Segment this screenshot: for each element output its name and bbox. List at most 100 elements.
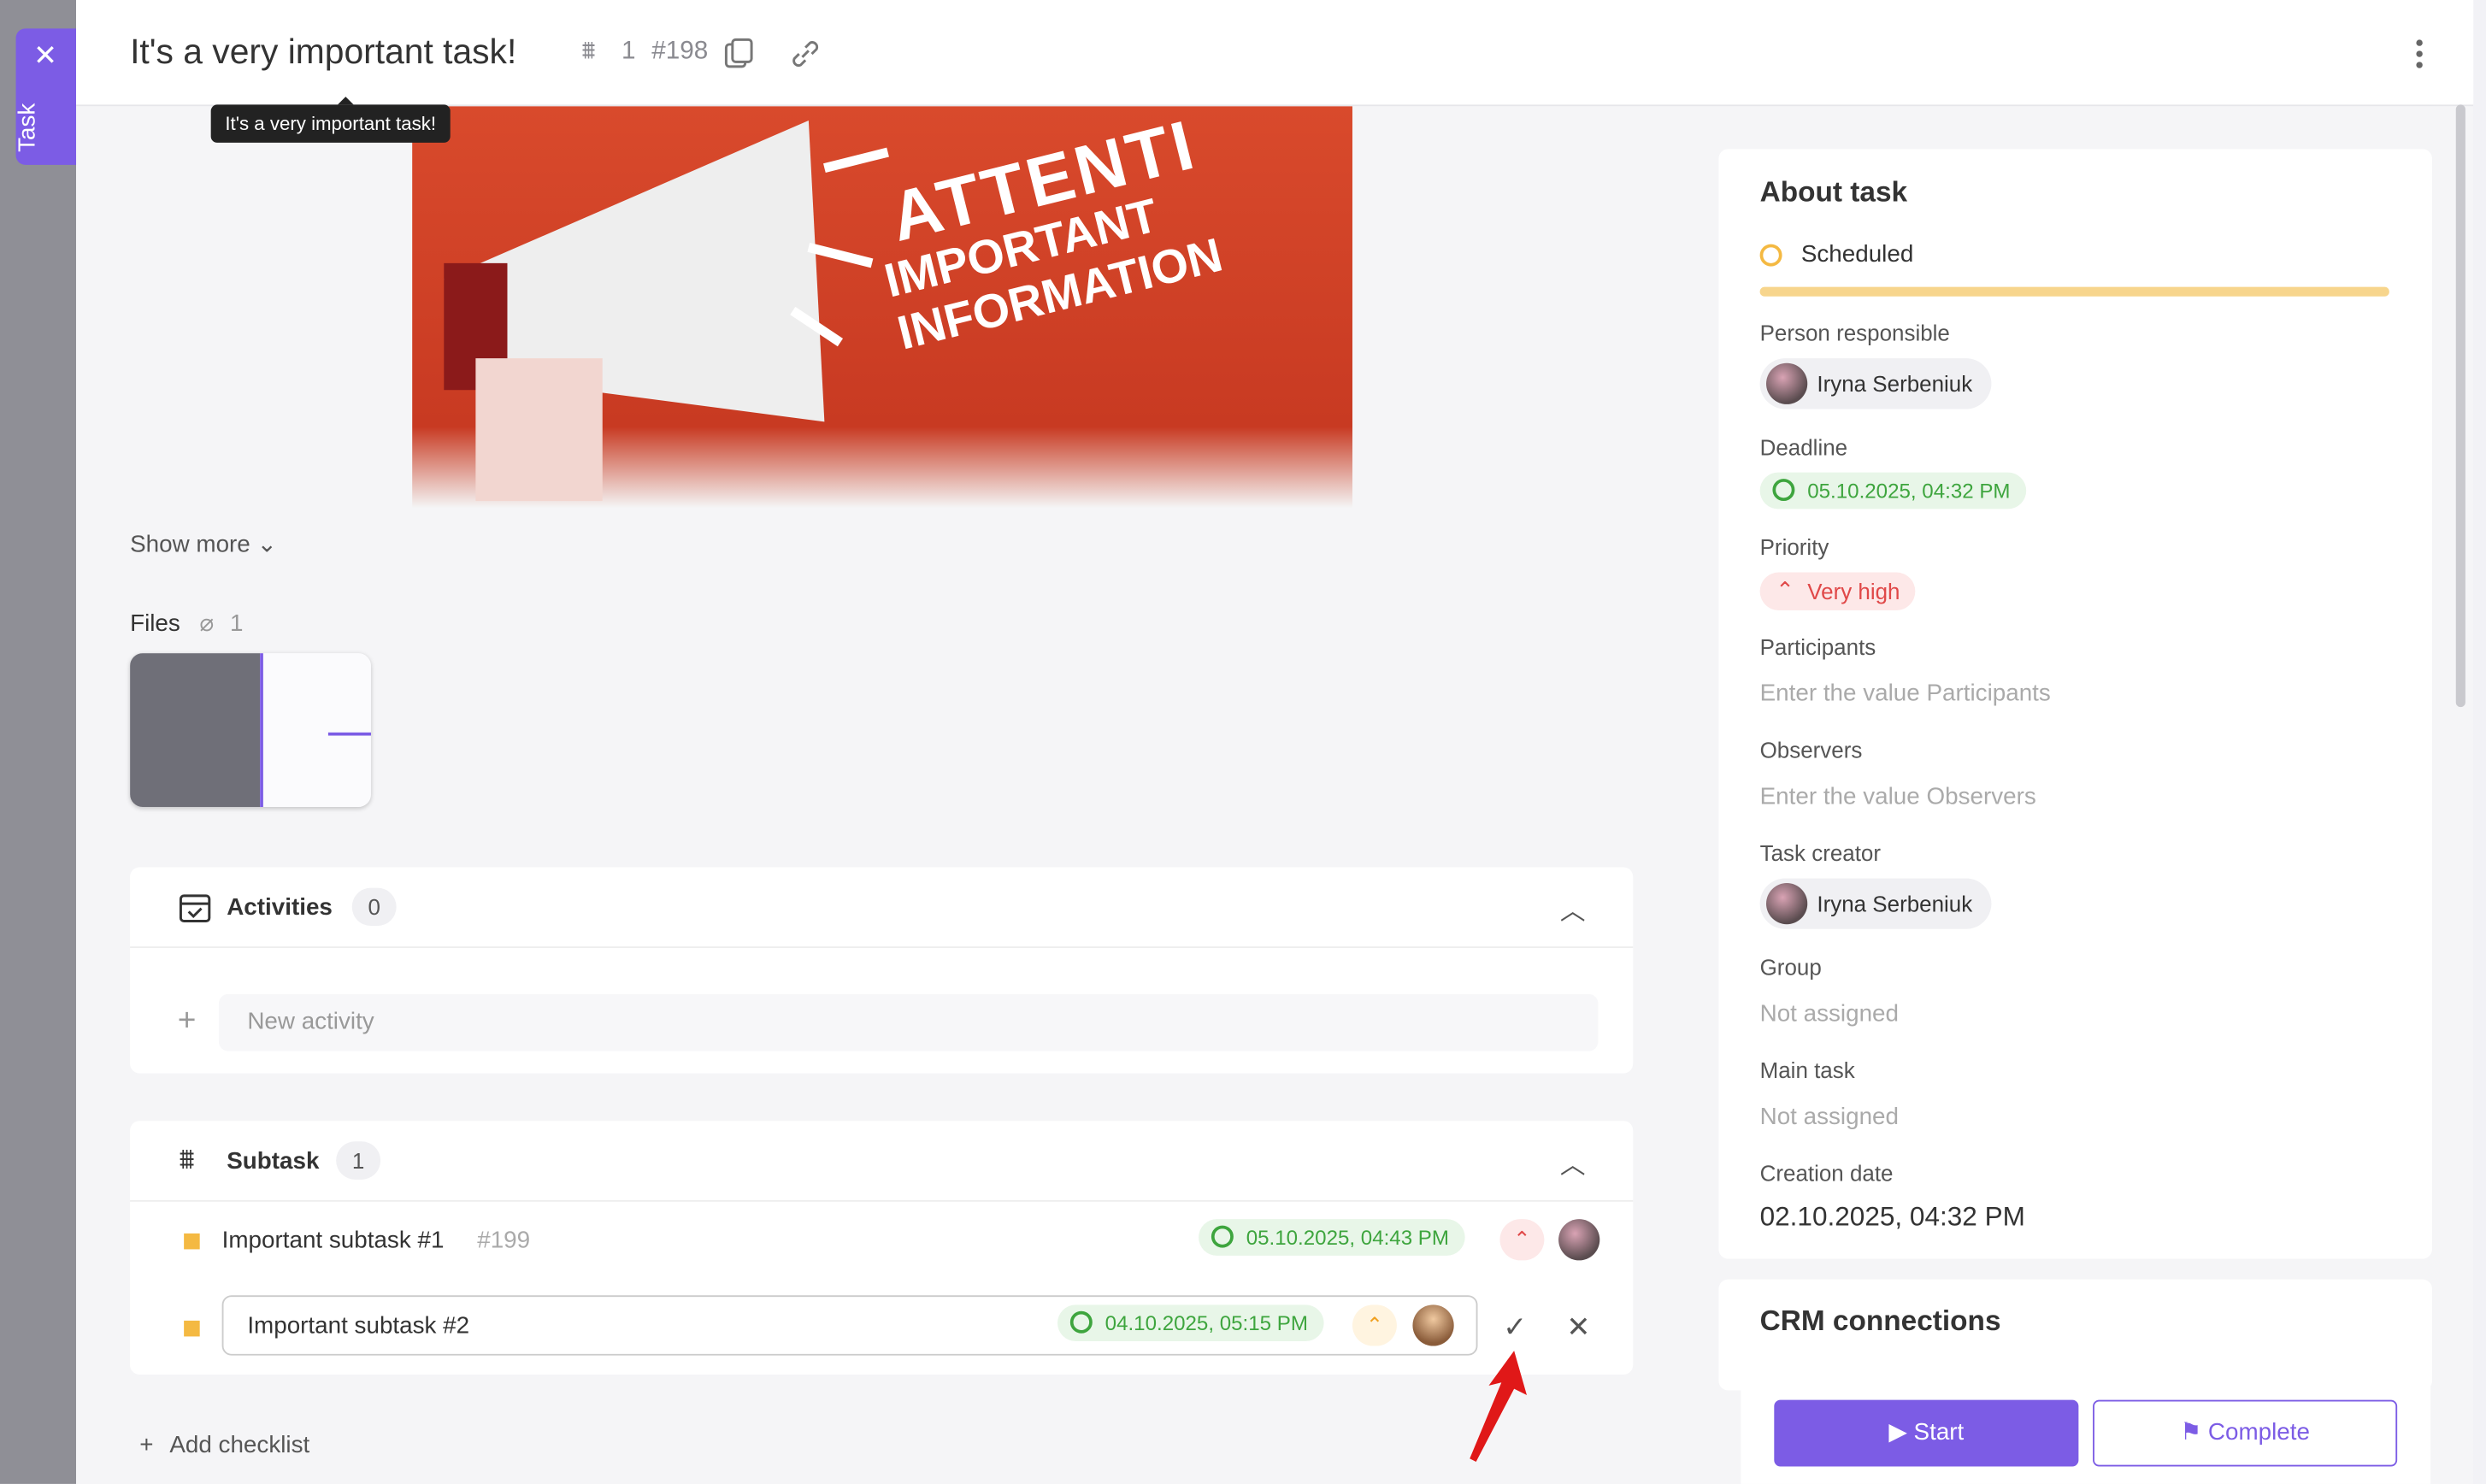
subtask-edit-deadline-text: 04.10.2025, 05:15 PM	[1105, 1310, 1308, 1335]
person-responsible-name: Iryna Serbeniuk	[1817, 370, 1973, 397]
subtask-number: #199	[477, 1227, 531, 1254]
participants-label: Participants	[1759, 633, 1876, 660]
status-square-icon	[184, 1320, 200, 1337]
copy-icon[interactable]	[723, 38, 755, 70]
subtask-icon: ⩩	[179, 1143, 195, 1175]
subtask-name-input[interactable]: Important subtask #2 04.10.2025, 05:15 P…	[221, 1295, 1478, 1356]
avatar	[1766, 883, 1808, 925]
creation-date-value: 02.10.2025, 04:32 PM	[1759, 1201, 2025, 1233]
avatar	[1766, 362, 1808, 404]
annotation-arrow-icon	[1470, 1351, 1527, 1462]
activities-header[interactable]: Activities 0 ︿	[130, 867, 1634, 949]
status-progress-bar	[1759, 286, 2389, 297]
confirm-check-icon[interactable]: ✓	[1503, 1311, 1527, 1345]
crm-connections-card: CRM connections	[1718, 1279, 2432, 1391]
deadline-value[interactable]: 05.10.2025, 04:32 PM	[1759, 472, 2027, 509]
start-button[interactable]: ▶ Start	[1774, 1399, 2079, 1467]
about-task-card: About task Scheduled Person responsible …	[1718, 149, 2432, 1259]
subtask-title: Subtask	[227, 1147, 320, 1175]
avatar[interactable]	[1558, 1219, 1600, 1261]
subtask-icon: ⩩	[581, 38, 596, 66]
subtask-deadline[interactable]: 04.10.2025, 05:15 PM	[1057, 1304, 1324, 1341]
task-number: #198	[651, 38, 709, 66]
subtask-deadline-text: 05.10.2025, 04:43 PM	[1246, 1225, 1449, 1250]
complete-button[interactable]: ⚑ Complete	[2093, 1399, 2398, 1467]
clock-icon	[1069, 1310, 1093, 1334]
task-creator-chip[interactable]: Iryna Serbeniuk	[1759, 878, 1992, 929]
title-tooltip: It's a very important task!	[210, 97, 451, 143]
about-title: About task	[1759, 175, 1908, 208]
complete-label: Complete	[2207, 1418, 2310, 1446]
background-overlay	[0, 0, 77, 1484]
play-icon: ▶	[1888, 1418, 1907, 1446]
priority-very-high-icon[interactable]: ⌃	[1499, 1219, 1545, 1261]
priority-label: Priority	[1759, 534, 1829, 560]
chevron-up-icon[interactable]: ︿	[1560, 1143, 1586, 1181]
status-square-icon	[184, 1233, 200, 1250]
files-label: Files	[130, 610, 180, 638]
chevron-up-icon[interactable]: ︿	[1560, 889, 1586, 928]
subtask-header[interactable]: ⩩ Subtask 1 ︿	[130, 1121, 1634, 1202]
deadline-text: 05.10.2025, 04:32 PM	[1807, 479, 2011, 503]
plus-icon: +	[139, 1431, 154, 1459]
main-task-value[interactable]: Not assigned	[1760, 1104, 1899, 1131]
main-task-label: Main task	[1759, 1057, 1855, 1083]
link-icon[interactable]	[790, 38, 822, 70]
observers-label: Observers	[1759, 737, 1863, 763]
add-checklist-label: Add checklist	[169, 1431, 310, 1459]
show-more-link[interactable]: Show more ⌄	[130, 529, 277, 558]
more-options-icon[interactable]	[2404, 35, 2436, 74]
deadline-label: Deadline	[1759, 434, 1848, 460]
start-label: Start	[1913, 1418, 1965, 1446]
priority-text: Very high	[1807, 578, 1900, 604]
status-label[interactable]: Scheduled	[1801, 241, 1914, 268]
file-thumbnail[interactable]	[130, 653, 371, 807]
subtask-input-value: Important subtask #2	[247, 1312, 470, 1340]
side-tab-label: Task	[14, 103, 42, 152]
avatar[interactable]	[1412, 1304, 1454, 1346]
participants-input[interactable]: Enter the value Participants	[1760, 680, 2051, 708]
close-icon[interactable]: ✕	[33, 41, 57, 69]
flag-icon: ⚑	[2180, 1418, 2202, 1446]
scrollbar[interactable]	[2455, 104, 2465, 708]
attention-banner-image: ATTENTI IMPORTANT INFORMATION	[412, 104, 1352, 508]
task-side-tab[interactable]: ✕ Task	[14, 28, 77, 165]
plus-icon[interactable]: +	[178, 1004, 197, 1040]
megaphone-icon	[444, 120, 889, 502]
group-value[interactable]: Not assigned	[1760, 1000, 1899, 1028]
task-creator-label: Task creator	[1759, 839, 1882, 866]
new-activity-placeholder: New activity	[247, 1008, 374, 1036]
group-label: Group	[1759, 954, 1822, 980]
subtask-card: ⩩ Subtask 1 ︿ Important subtask #1 #199 …	[130, 1121, 1634, 1375]
list-item[interactable]: Important subtask #1 #199 05.10.2025, 04…	[130, 1200, 1633, 1282]
clock-icon	[1759, 244, 1782, 267]
show-more-label: Show more	[130, 531, 250, 558]
calendar-check-icon	[179, 894, 211, 923]
files-count: 1	[230, 610, 244, 638]
priority-high-icon[interactable]: ⌃	[1352, 1304, 1397, 1346]
subtask-count: 1	[622, 38, 636, 66]
creation-date-label: Creation date	[1759, 1160, 1894, 1187]
clock-icon	[1772, 479, 1795, 502]
observers-input[interactable]: Enter the value Observers	[1760, 783, 2036, 810]
person-responsible-chip[interactable]: Iryna Serbeniuk	[1759, 358, 1992, 409]
clock-icon	[1211, 1225, 1234, 1248]
crm-title: CRM connections	[1759, 1304, 2001, 1337]
activities-title: Activities	[227, 893, 333, 922]
new-activity-input[interactable]: New activity	[218, 993, 1599, 1051]
subtask-name[interactable]: Important subtask #1	[222, 1227, 445, 1254]
activities-card: Activities 0 ︿ + New activity	[130, 867, 1634, 1074]
page-title[interactable]: It's a very important task!	[130, 32, 516, 73]
files-section-label: Files ⌀ 1	[130, 609, 244, 638]
priority-value[interactable]: ⌃ Very high	[1759, 572, 1917, 611]
subtask-edit-row: Important subtask #2 04.10.2025, 05:15 P…	[130, 1286, 1633, 1368]
activities-count: 0	[351, 887, 397, 927]
add-checklist-button[interactable]: + Add checklist	[139, 1432, 309, 1459]
paperclip-icon: ⌀	[199, 610, 215, 638]
priority-very-high-icon: ⌃	[1776, 577, 1794, 603]
cancel-close-icon[interactable]: ✕	[1566, 1311, 1590, 1345]
chevron-down-icon: ⌄	[256, 531, 277, 558]
subtask-deadline[interactable]: 05.10.2025, 04:43 PM	[1199, 1219, 1465, 1256]
subtask-count: 1	[336, 1141, 381, 1180]
person-responsible-label: Person responsible	[1759, 320, 1950, 346]
